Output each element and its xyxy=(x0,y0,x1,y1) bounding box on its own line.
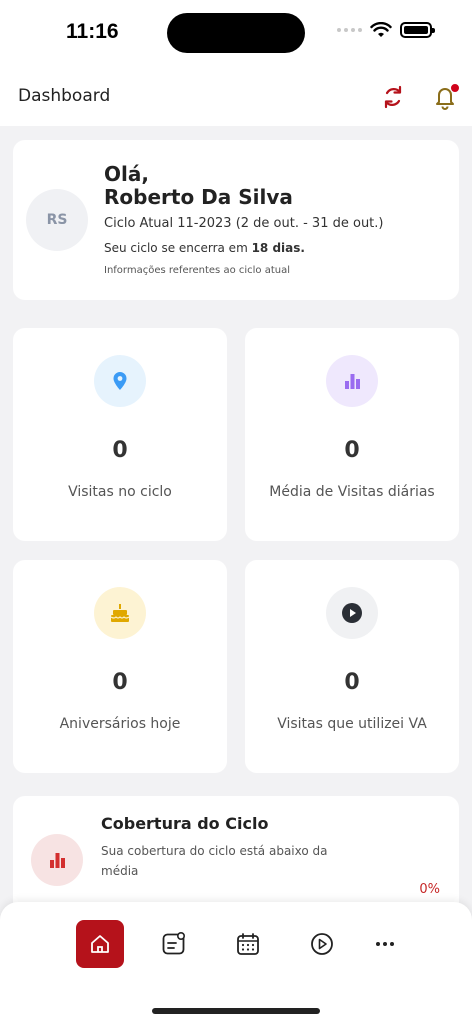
stat-card-visits[interactable]: 0 Visitas no ciclo xyxy=(13,328,227,541)
stat-icon-bg xyxy=(94,355,146,407)
cycle-ends-days: 18 dias. xyxy=(251,241,305,255)
status-time: 11:16 xyxy=(66,20,119,43)
coverage-icon-bg xyxy=(31,834,83,886)
home-icon xyxy=(91,935,109,953)
tab-play[interactable] xyxy=(298,920,346,968)
cycle-info: Ciclo Atual 11-2023 (2 de out. - 31 de o… xyxy=(104,216,384,231)
status-bar: 11:16 xyxy=(0,0,472,66)
wifi-icon xyxy=(370,22,392,37)
status-icons xyxy=(337,22,435,38)
stat-label: Visitas que utilizei VA xyxy=(277,716,427,732)
play-icon xyxy=(311,933,333,955)
home-indicator xyxy=(152,1008,320,1014)
tab-calendar[interactable] xyxy=(224,920,272,968)
app-bar: Dashboard xyxy=(0,66,472,126)
stat-label: Aniversários hoje xyxy=(59,716,181,732)
cycle-ends: Seu ciclo se encerra em 18 dias. xyxy=(104,241,305,255)
user-name: Roberto Da Silva xyxy=(104,185,293,209)
notes-icon xyxy=(162,931,185,955)
bar-chart-icon xyxy=(345,374,360,389)
stat-value: 0 xyxy=(112,670,128,695)
stat-icon-bg xyxy=(326,355,378,407)
battery-icon xyxy=(400,22,435,38)
cake-icon xyxy=(110,604,130,622)
stat-icon-bg xyxy=(326,587,378,639)
cycle-note: Informações referentes ao ciclo atual xyxy=(104,265,291,276)
tab-home[interactable] xyxy=(76,920,124,968)
coverage-title: Cobertura do Ciclo xyxy=(101,814,269,833)
calendar-icon xyxy=(237,933,259,955)
play-circle-icon xyxy=(342,603,362,623)
page-title: Dashboard xyxy=(18,86,111,106)
sync-icon xyxy=(384,85,402,109)
greeting: Olá, xyxy=(104,162,149,186)
location-pin-icon xyxy=(113,372,127,390)
stat-label: Média de Visitas diárias xyxy=(269,484,435,500)
sync-button[interactable] xyxy=(380,84,406,110)
notification-badge xyxy=(450,83,460,93)
tab-more[interactable] xyxy=(361,920,409,968)
stat-label: Visitas no ciclo xyxy=(68,484,172,500)
stat-icon-bg xyxy=(94,587,146,639)
stat-card-daily-average[interactable]: 0 Média de Visitas diárias xyxy=(245,328,459,541)
bar-chart-icon xyxy=(50,853,65,868)
bottom-tab-bar xyxy=(0,902,472,1024)
stat-value: 0 xyxy=(344,438,360,463)
notifications-button[interactable] xyxy=(432,83,460,110)
avatar: RS xyxy=(26,189,88,251)
stat-value: 0 xyxy=(344,670,360,695)
signal-icon xyxy=(337,28,362,32)
stat-value: 0 xyxy=(112,438,128,463)
stat-card-birthdays[interactable]: 0 Aniversários hoje xyxy=(13,560,227,773)
cycle-ends-prefix: Seu ciclo se encerra em xyxy=(104,241,252,255)
more-icon xyxy=(376,942,394,946)
dynamic-island xyxy=(167,13,305,53)
coverage-description: Sua cobertura do ciclo está abaixo da mé… xyxy=(101,844,328,878)
profile-card: RS Olá, Roberto Da Silva Ciclo Atual 11-… xyxy=(13,140,459,300)
tab-notes[interactable] xyxy=(150,920,198,968)
coverage-percent: 0% xyxy=(419,882,440,897)
stat-card-va-visits[interactable]: 0 Visitas que utilizei VA xyxy=(245,560,459,773)
